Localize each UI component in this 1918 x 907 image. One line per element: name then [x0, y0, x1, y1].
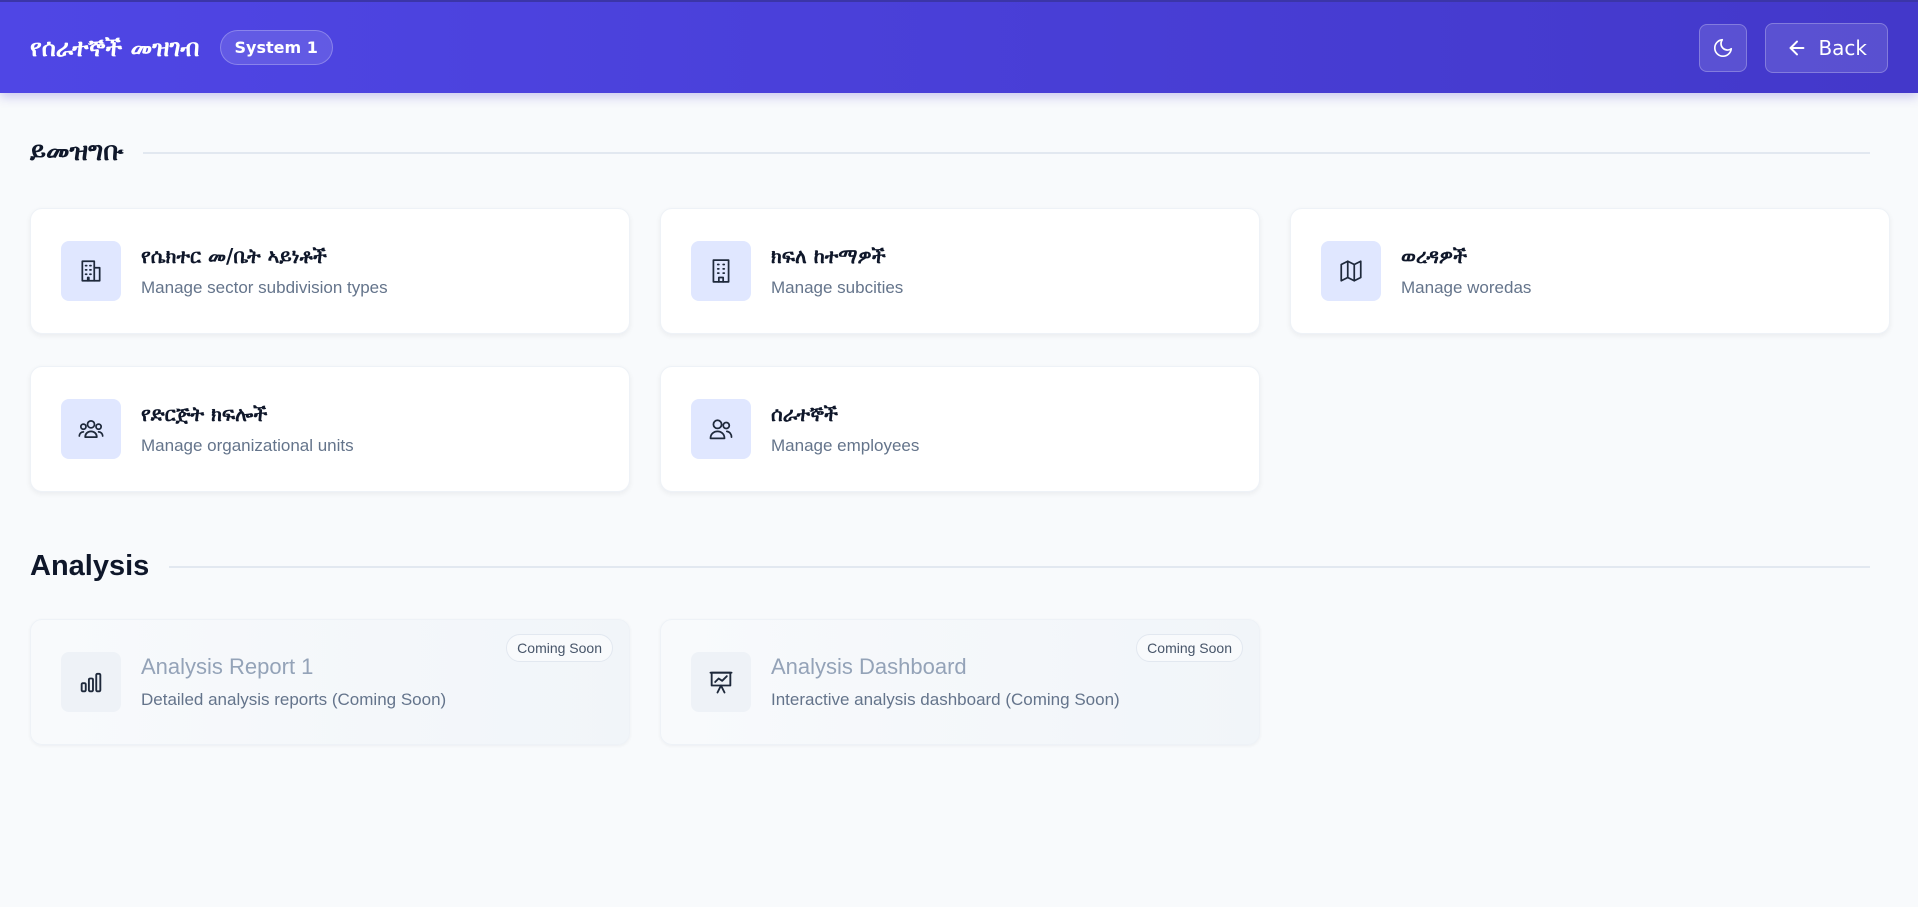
- main-content: ይመዝግቡ የሴክተር መ/ቤት ኣይነቶች Manage sector sub…: [0, 137, 1918, 745]
- moon-icon: [1712, 37, 1734, 59]
- card-title: ወረዳዎች: [1401, 244, 1468, 268]
- card-description: Manage woredas: [1401, 278, 1532, 297]
- users-icon: [691, 399, 751, 459]
- card-text: ወረዳዎች Manage woredas: [1401, 244, 1531, 298]
- card-subcities[interactable]: ክፍለ ከተማዎች Manage subcities: [660, 208, 1260, 334]
- section-divider: [169, 565, 1870, 568]
- card-analysis-dashboard[interactable]: Coming Soon Analysis Dashboard Interacti…: [660, 619, 1260, 745]
- card-employees[interactable]: ሰራተኞች Manage employees: [660, 366, 1260, 492]
- map-icon: [1321, 241, 1381, 301]
- coming-soon-badge: Coming Soon: [506, 634, 613, 662]
- card-text: Analysis Report 1 Detailed analysis repo…: [141, 654, 446, 710]
- section-divider: [143, 151, 1870, 154]
- card-title: ክፍለ ከተማዎች: [771, 244, 886, 268]
- registry-section-header: ይመዝግቡ: [30, 137, 1888, 168]
- group-icon: [61, 399, 121, 459]
- card-sector-subdivision-types[interactable]: የሴክተር መ/ቤት ኣይነቶች Manage sector subdivisi…: [30, 208, 630, 334]
- section-title: Analysis: [30, 550, 150, 582]
- coming-soon-badge: Coming Soon: [1136, 634, 1243, 662]
- section-title: ይመዝግቡ: [30, 137, 124, 167]
- app-title: የሰራተኞች መዝገብ: [30, 33, 200, 62]
- card-description: Manage organizational units: [141, 436, 354, 455]
- office-building-icon: [691, 241, 751, 301]
- card-analysis-report[interactable]: Coming Soon Analysis Report 1 Detailed a…: [30, 619, 630, 745]
- top-header: የሰራተኞች መዝገብ System 1 Back: [0, 0, 1918, 93]
- card-text: ሰራተኞች Manage employees: [771, 402, 919, 456]
- card-title: Analysis Dashboard: [771, 654, 967, 679]
- card-text: የሴክተር መ/ቤት ኣይነቶች Manage sector subdivisi…: [141, 244, 388, 298]
- card-text: የድርጅት ክፍሎች Manage organizational units: [141, 402, 354, 456]
- header-actions: Back: [1699, 22, 1888, 73]
- brand: የሰራተኞች መዝገብ System 1: [30, 30, 333, 65]
- back-label: Back: [1818, 35, 1867, 60]
- card-woredas[interactable]: ወረዳዎች Manage woredas: [1290, 208, 1890, 334]
- card-description: Interactive analysis dashboard (Coming S…: [771, 690, 1120, 709]
- arrow-left-icon: [1786, 37, 1808, 59]
- presentation-chart-icon: [691, 652, 751, 712]
- card-text: Analysis Dashboard Interactive analysis …: [771, 654, 1120, 710]
- card-description: Detailed analysis reports (Coming Soon): [141, 690, 447, 709]
- building-icon: [61, 241, 121, 301]
- card-text: ክፍለ ከተማዎች Manage subcities: [771, 244, 903, 298]
- system-badge: System 1: [219, 30, 333, 65]
- card-title: የድርጅት ክፍሎች: [141, 402, 268, 426]
- card-title: የሴክተር መ/ቤት ኣይነቶች: [141, 244, 327, 268]
- card-title: Analysis Report 1: [141, 654, 314, 679]
- analysis-section-header: Analysis: [30, 550, 1888, 583]
- registry-card-grid: የሴክተር መ/ቤት ኣይነቶች Manage sector subdivisi…: [30, 208, 1890, 492]
- card-description: Manage sector subdivision types: [141, 278, 388, 297]
- card-description: Manage employees: [771, 436, 920, 455]
- card-title: ሰራተኞች: [771, 402, 839, 426]
- card-organizational-units[interactable]: የድርጅት ክፍሎች Manage organizational units: [30, 366, 630, 492]
- theme-toggle-button[interactable]: [1699, 23, 1748, 72]
- card-description: Manage subcities: [771, 278, 904, 297]
- back-button[interactable]: Back: [1765, 22, 1888, 73]
- bar-chart-icon: [61, 652, 121, 712]
- analysis-card-grid: Coming Soon Analysis Report 1 Detailed a…: [30, 619, 1888, 745]
